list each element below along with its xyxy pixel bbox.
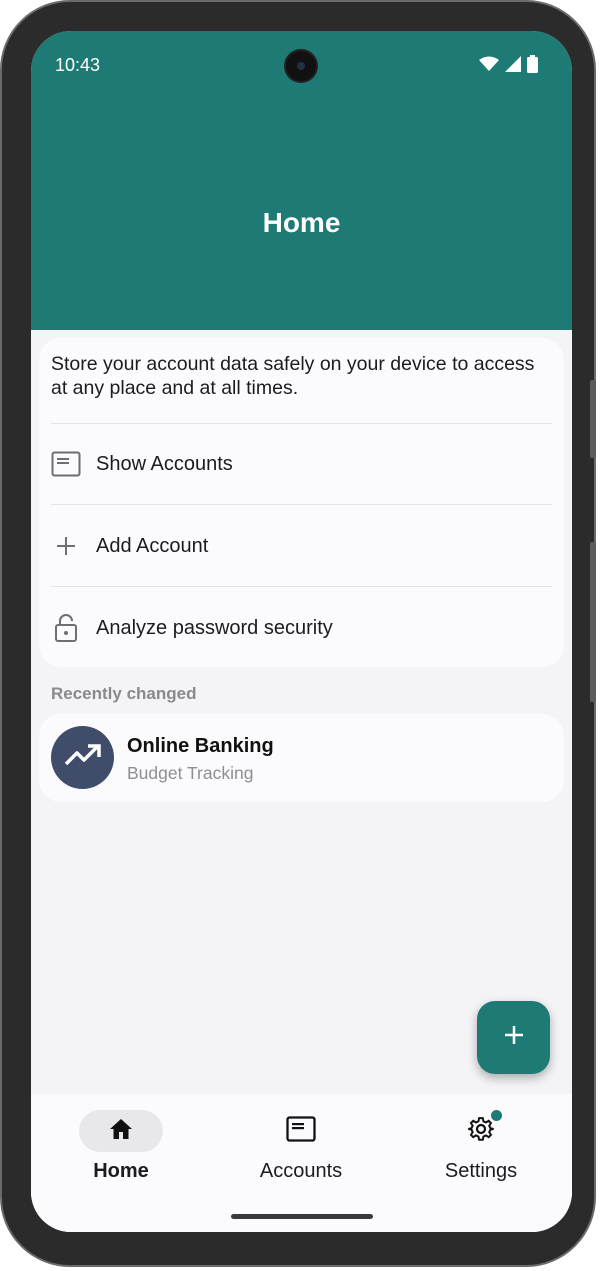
battery-icon	[527, 55, 538, 78]
add-account-label: Add Account	[96, 534, 209, 557]
nav-indicator	[259, 1110, 343, 1152]
add-account-item[interactable]: Add Account	[39, 506, 564, 586]
status-icons	[479, 55, 538, 78]
status-time: 10:43	[55, 55, 101, 75]
account-card-icon	[286, 1115, 316, 1147]
plus-icon	[503, 1024, 525, 1051]
intro-text: Store your account data safely on your d…	[51, 353, 535, 399]
recent-account-item[interactable]: Online Banking Budget Tracking	[39, 714, 564, 802]
front-camera	[284, 49, 318, 83]
account-card-icon	[51, 449, 81, 479]
notification-badge	[489, 1108, 504, 1123]
nav-item-home[interactable]: Home	[31, 1094, 211, 1214]
home-indicator[interactable]	[231, 1214, 373, 1219]
nav-label-accounts: Accounts	[259, 1160, 343, 1182]
volume-up-button	[590, 380, 596, 458]
phone-frame: 10:43 Home Store your account data safel…	[0, 0, 596, 1267]
show-accounts-item[interactable]: Show Accounts	[39, 424, 564, 504]
avatar	[51, 726, 114, 789]
nav-label-home: Home	[93, 1160, 149, 1182]
unlocked-padlock-icon	[51, 613, 81, 643]
plus-icon	[51, 531, 81, 561]
bottom-navigation: Home Accounts Settings	[31, 1094, 572, 1232]
analyze-password-security-label: Analyze password security	[96, 616, 333, 639]
show-accounts-label: Show Accounts	[96, 452, 233, 475]
divider	[51, 586, 552, 587]
actions-card: Store your account data safely on your d…	[39, 338, 564, 667]
trending-up-icon	[64, 743, 102, 772]
app-bar: 10:43 Home	[31, 31, 572, 330]
recent-account-subtitle: Budget Tracking	[127, 763, 254, 783]
section-title-recently-changed: Recently changed	[51, 684, 197, 703]
divider	[51, 504, 552, 505]
nav-item-accounts[interactable]: Accounts	[211, 1094, 391, 1214]
screen: 10:43 Home Store your account data safel…	[31, 31, 572, 1232]
recent-account-title: Online Banking	[127, 735, 274, 757]
analyze-password-security-item[interactable]: Analyze password security	[39, 588, 564, 668]
page-title: Home	[262, 207, 341, 238]
nav-indicator	[439, 1110, 523, 1152]
nav-indicator	[79, 1110, 163, 1152]
nav-label-settings: Settings	[444, 1160, 518, 1182]
volume-down-button	[590, 542, 596, 702]
nav-item-settings[interactable]: Settings	[391, 1094, 571, 1214]
home-icon	[108, 1117, 134, 1146]
wifi-icon	[479, 56, 499, 77]
add-fab-button[interactable]	[477, 1001, 550, 1074]
signal-icon	[505, 56, 521, 77]
